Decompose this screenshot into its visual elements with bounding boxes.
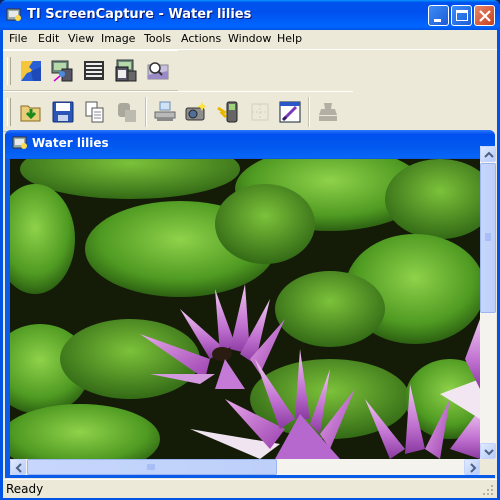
toolbar2-button-7 — [246, 98, 274, 126]
horizontal-scrollbar[interactable] — [10, 459, 480, 475]
scroll-down-button[interactable] — [480, 443, 496, 459]
minimize-button[interactable] — [428, 5, 449, 26]
scroll-left-button[interactable] — [10, 459, 26, 475]
toolbar1-button-0[interactable] — [17, 57, 45, 85]
capture-table-icon — [84, 61, 104, 80]
resize-grip-icon[interactable] — [482, 484, 494, 496]
status-text: Ready — [6, 482, 44, 496]
open-folder-icon — [20, 105, 41, 122]
send-to-device-icon — [217, 101, 238, 123]
menu-edit[interactable]: Edit — [38, 32, 59, 45]
toolbar2-button-6[interactable] — [214, 98, 242, 126]
maximize-button[interactable] — [451, 5, 472, 26]
scroll-right-button[interactable] — [464, 459, 480, 475]
chevron-up-icon — [484, 151, 494, 158]
app-window: TI ScreenCapture - Water lilies File Edi… — [0, 0, 500, 500]
toolbar2-button-4[interactable] — [151, 98, 179, 126]
grid-icon — [251, 103, 269, 121]
zoom-view-icon — [147, 62, 169, 80]
tile-icon — [21, 61, 41, 81]
menu-help[interactable]: Help — [277, 32, 302, 45]
chevron-right-icon — [470, 463, 477, 473]
toolbar2-button-1[interactable] — [49, 98, 77, 126]
toolbar2-button-3 — [113, 98, 141, 126]
status-bar: Ready — [3, 479, 497, 498]
document-title: Water lilies — [32, 136, 109, 150]
document-icon — [12, 135, 28, 154]
capture-device-icon — [115, 59, 137, 82]
toolbar2-button-2[interactable] — [81, 98, 109, 126]
menu-image[interactable]: Image — [101, 32, 135, 45]
toolbar-main — [3, 91, 353, 132]
menu-bar: File Edit View Image Tools Actions Windo… — [3, 30, 497, 50]
toolbar1-button-4[interactable] — [144, 57, 172, 85]
toolbar2-button-5[interactable] — [182, 98, 210, 126]
chevron-left-icon — [15, 463, 22, 473]
toolbar1-button-1[interactable] — [48, 57, 76, 85]
toolbar-grip[interactable] — [7, 98, 11, 126]
capture-screen-icon — [51, 60, 73, 82]
title-bar[interactable]: TI ScreenCapture - Water lilies — [0, 0, 500, 30]
toolbar2-button-9 — [314, 98, 342, 126]
close-button[interactable] — [474, 5, 495, 26]
water-lilies-image — [10, 159, 480, 459]
maximize-icon — [456, 10, 468, 21]
stamp-icon — [319, 103, 337, 121]
menu-view[interactable]: View — [68, 32, 94, 45]
document-window: Water lilies — [5, 130, 496, 478]
grip-icon — [485, 233, 491, 241]
copy-icon — [85, 101, 104, 123]
image-canvas[interactable] — [10, 159, 480, 459]
toolbar1-button-2[interactable] — [80, 57, 108, 85]
horizontal-scroll-thumb[interactable] — [27, 459, 277, 475]
toolbar-separator — [145, 97, 147, 127]
menu-file[interactable]: File — [9, 32, 27, 45]
grip-icon — [147, 464, 155, 470]
window-title: TI ScreenCapture - Water lilies — [27, 7, 252, 22]
camera-icon — [185, 102, 207, 121]
close-icon — [479, 10, 491, 22]
chevron-down-icon — [484, 449, 494, 456]
edit-image-icon — [279, 101, 301, 123]
scroll-up-button[interactable] — [480, 146, 496, 162]
toolbar-capture — [3, 50, 178, 91]
save-icon — [52, 101, 74, 123]
minimize-icon — [434, 19, 441, 22]
scroll-corner — [480, 459, 496, 475]
toolbar2-button-8[interactable] — [276, 98, 304, 126]
screencapture-app-icon — [6, 7, 22, 23]
menu-actions[interactable]: Actions — [181, 32, 221, 45]
toolbar-grip[interactable] — [7, 57, 11, 85]
toolbar2-button-0[interactable] — [17, 98, 45, 126]
vertical-scrollbar[interactable] — [480, 146, 496, 459]
menu-tools[interactable]: Tools — [144, 32, 171, 45]
print-icon — [154, 101, 176, 121]
menu-window[interactable]: Window — [228, 32, 271, 45]
paste-icon — [118, 103, 136, 122]
toolbar1-button-3[interactable] — [112, 57, 140, 85]
document-title-bar[interactable]: Water lilies — [5, 130, 495, 158]
toolbar-separator — [308, 97, 310, 127]
vertical-scroll-thumb[interactable] — [480, 163, 496, 313]
